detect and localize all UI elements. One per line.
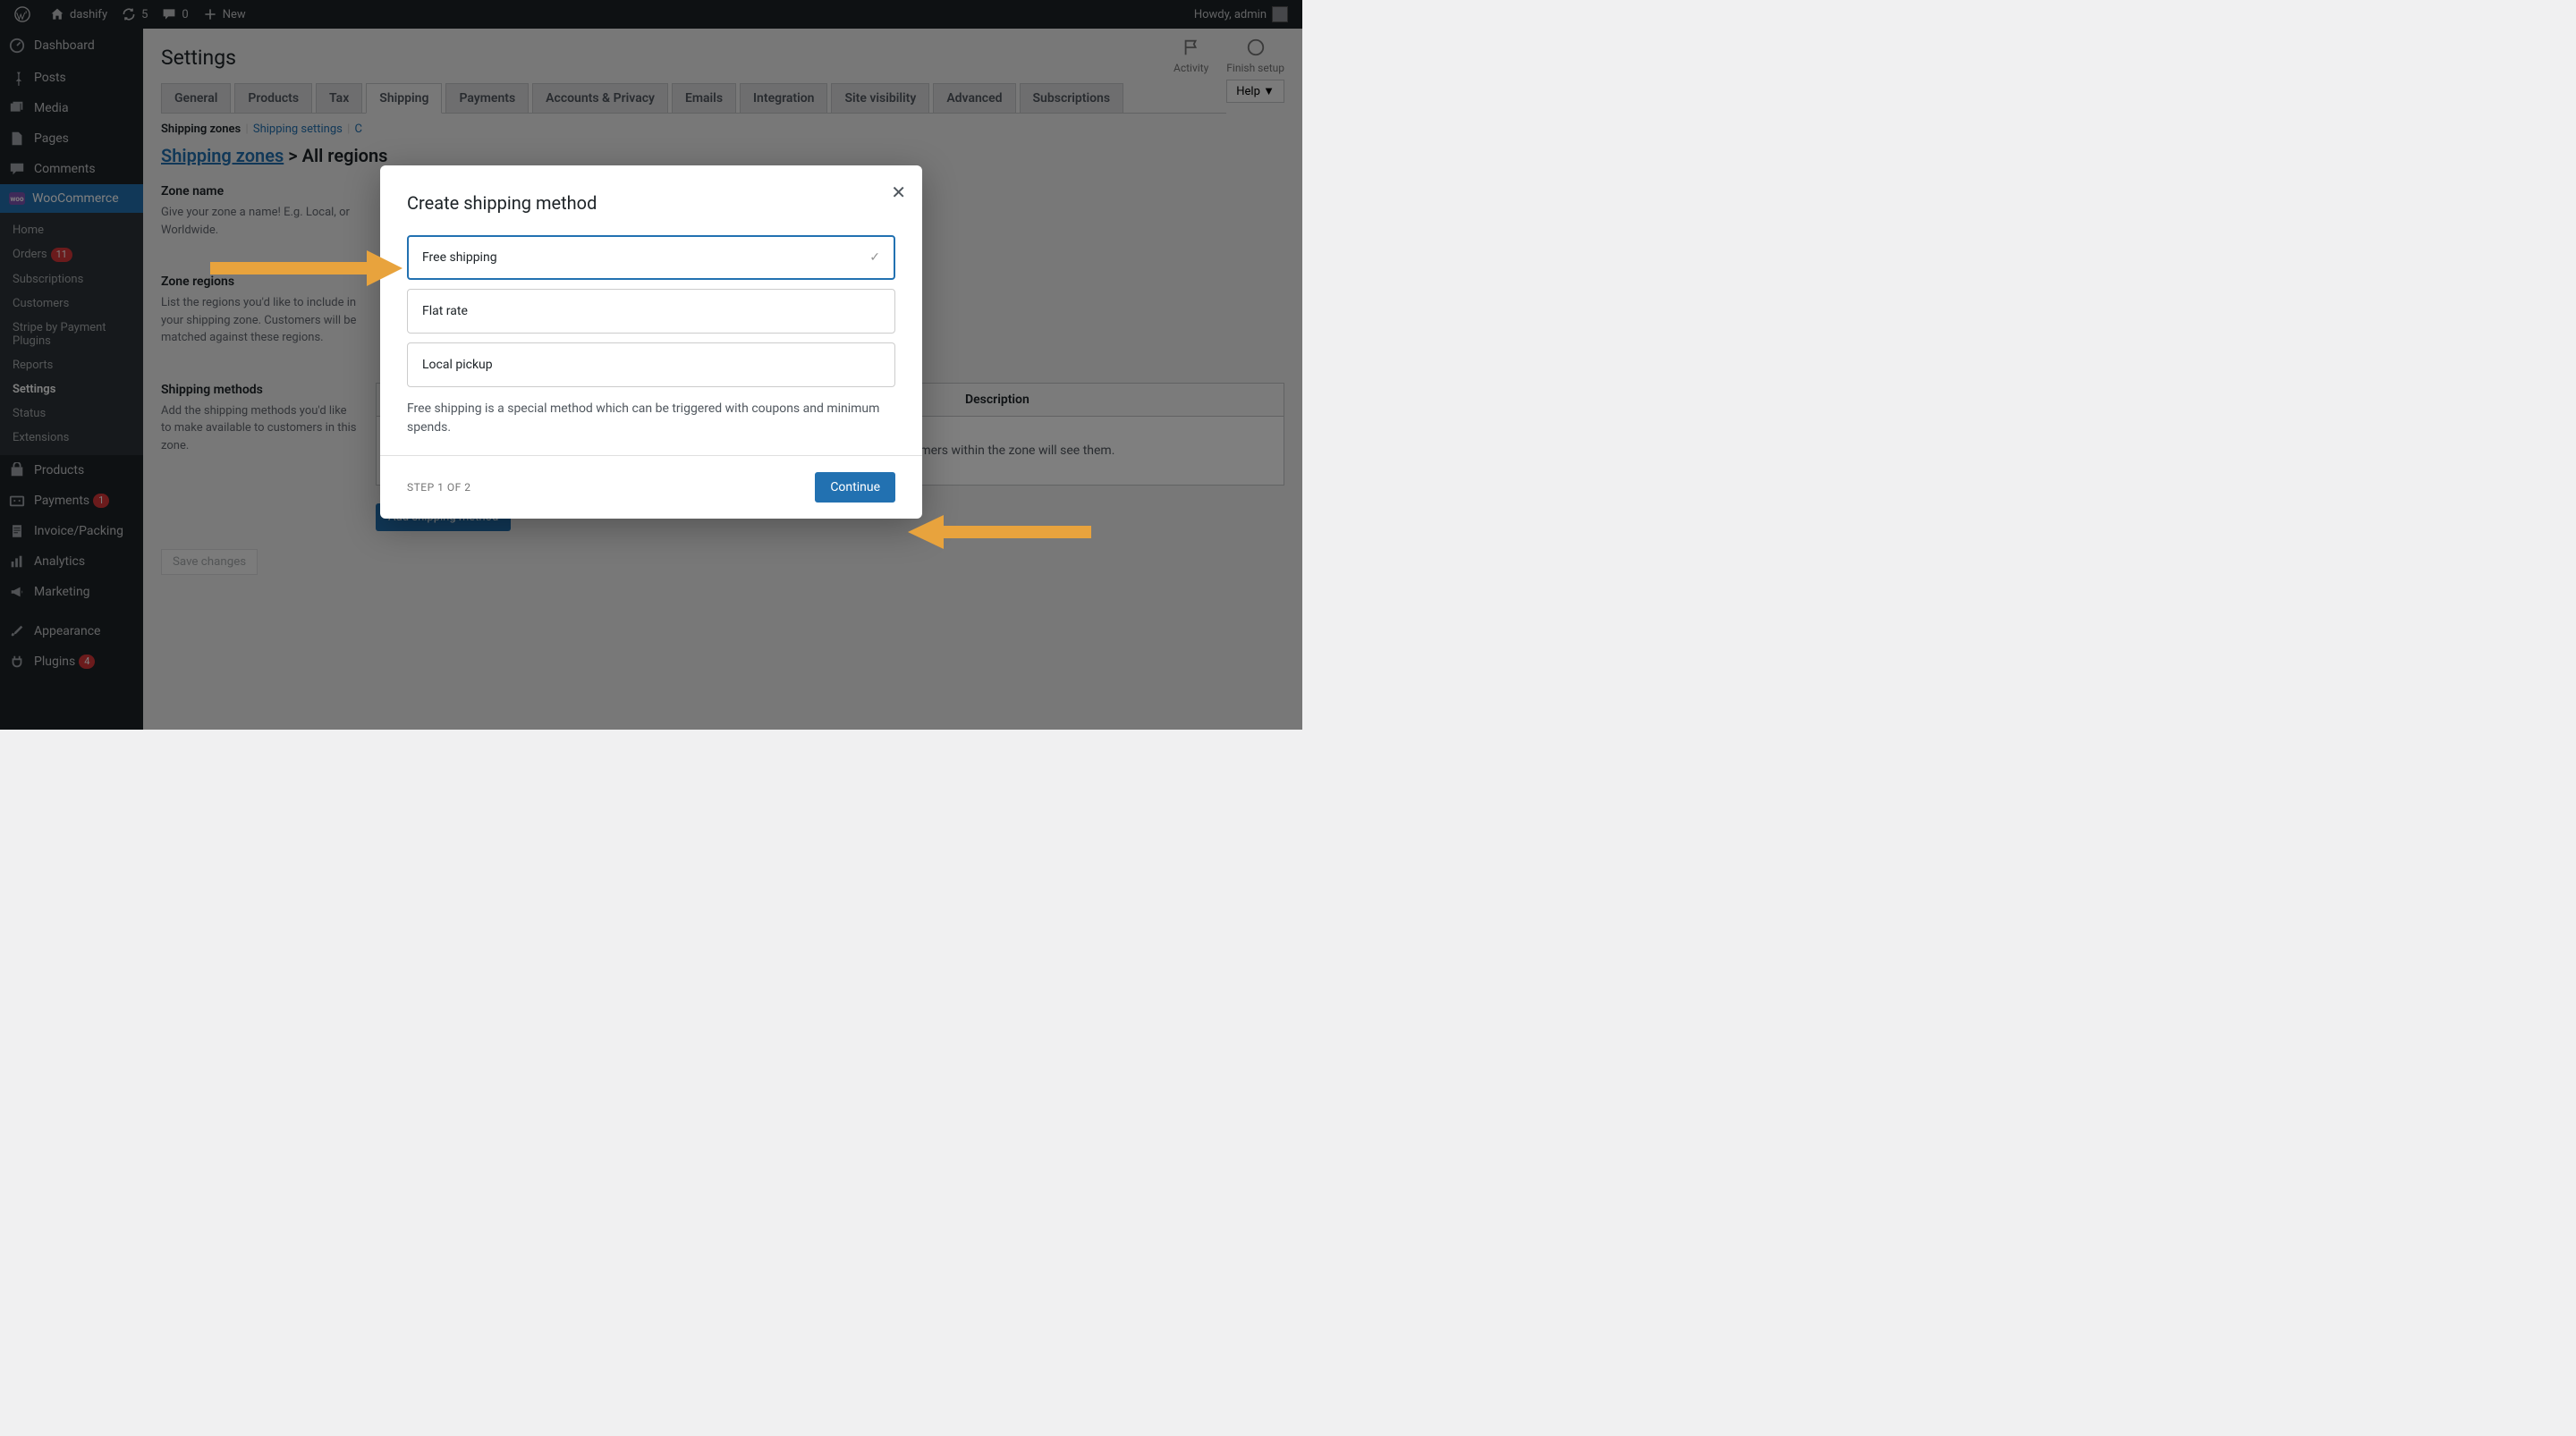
annotation-arrow-left [210,246,407,294]
annotation-arrow-right [903,512,1091,555]
step-indicator: STEP 1 OF 2 [407,481,470,494]
create-shipping-modal: ✕ Create shipping method Free shipping ✓… [380,165,922,519]
modal-title: Create shipping method [407,192,895,214]
modal-description: Free shipping is a special method which … [407,400,895,437]
close-icon[interactable]: ✕ [891,182,906,203]
option-free-shipping[interactable]: Free shipping ✓ [407,235,895,280]
continue-button[interactable]: Continue [815,472,895,503]
option-flat-rate[interactable]: Flat rate [407,289,895,334]
check-icon: ✓ [869,250,880,265]
option-local-pickup[interactable]: Local pickup [407,342,895,387]
